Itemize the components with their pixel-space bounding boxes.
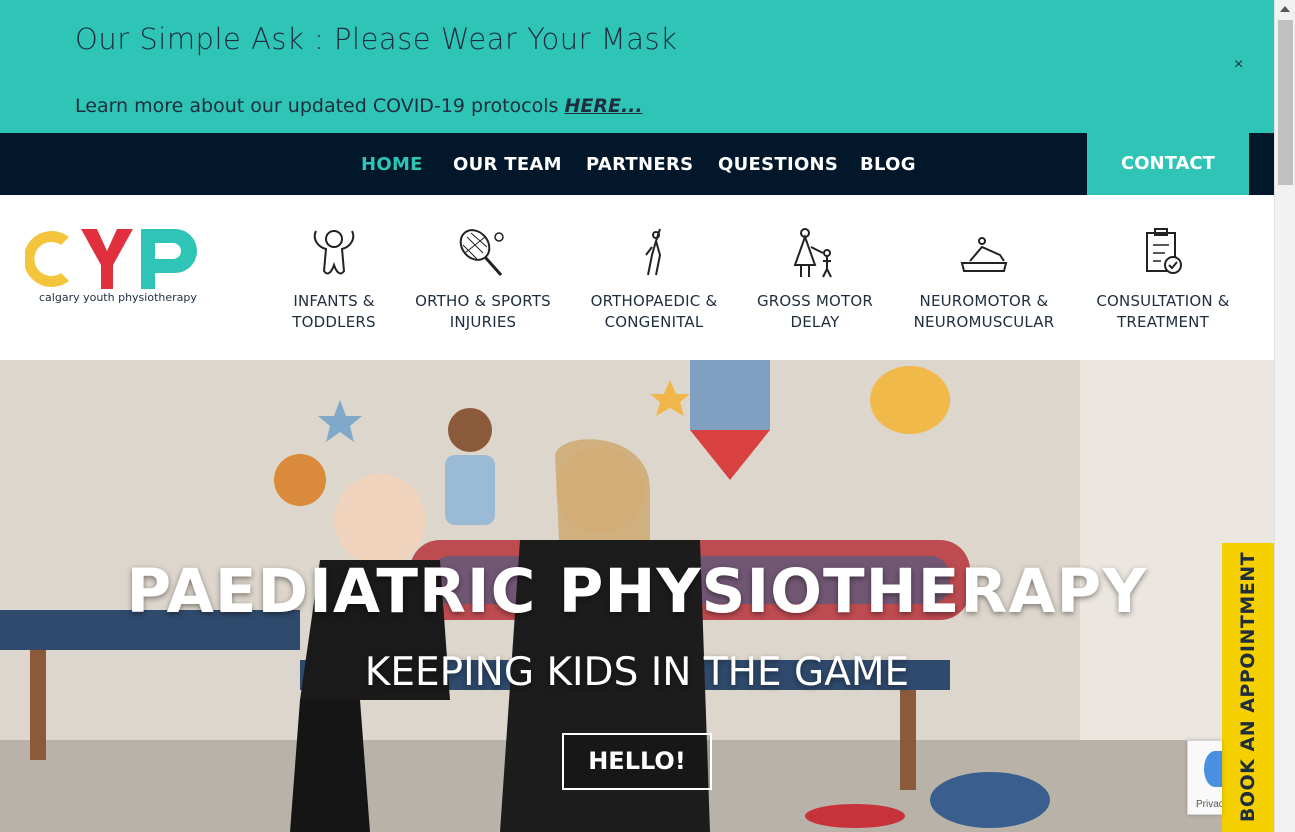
services-header: calgary youth physiotherapy INFANTS & TO… (0, 195, 1274, 360)
parent-child-icon (793, 228, 832, 278)
service-label-line2: NEUROMUSCULAR (913, 313, 1055, 331)
nav-item-partners[interactable]: PARTNERS (586, 154, 693, 175)
page-scrollbar[interactable] (1274, 0, 1295, 832)
service-label-line1: GROSS MOTOR (756, 292, 873, 310)
book-appointment-tab[interactable]: BOOK AN APPOINTMENT (1222, 543, 1274, 832)
service-consultation-treatment[interactable]: CONSULTATION & TREATMENT (1088, 225, 1238, 333)
recaptcha-privacy-text[interactable]: Privacy (1196, 799, 1222, 810)
reclining-patient-icon (960, 237, 1008, 272)
service-label-line1: INFANTS & (293, 292, 375, 310)
cyp-logo[interactable]: calgary youth physiotherapy (25, 217, 215, 307)
announcement-title: Our Simple Ask : Please Wear Your Mask (75, 22, 678, 56)
tennis-racket-icon (459, 229, 504, 276)
service-infants-toddlers[interactable]: INFANTS & TODDLERS (259, 225, 409, 333)
service-label-line1: ORTHOPAEDIC & (590, 292, 718, 310)
service-orthopaedic-congenital[interactable]: ORTHOPAEDIC & CONGENITAL (579, 225, 729, 333)
service-label-line1: CONSULTATION & (1096, 292, 1230, 310)
announcement-bar: Our Simple Ask : Please Wear Your Mask L… (0, 0, 1274, 133)
service-label-line2: DELAY (790, 313, 840, 331)
logo-tagline: calgary youth physiotherapy (39, 291, 197, 304)
close-icon[interactable]: × (1234, 56, 1243, 74)
hero-section: PAEDIATRIC PHYSIOTHERAPY KEEPING KIDS IN… (0, 360, 1274, 832)
service-gross-motor-delay[interactable]: GROSS MOTOR DELAY (740, 225, 890, 333)
hero-subtitle: KEEPING KIDS IN THE GAME (364, 650, 910, 695)
announcement-text-body: Learn more about our updated COVID-19 pr… (75, 95, 565, 117)
recaptcha-badge[interactable]: Privacy (1187, 740, 1222, 815)
service-label-line2: CONGENITAL (604, 313, 704, 331)
clipboard-check-icon (1146, 228, 1182, 274)
service-label-line2: TREATMENT (1117, 313, 1209, 331)
scrollbar-thumb[interactable] (1278, 20, 1293, 185)
hero-title: PAEDIATRIC PHYSIOTHERAPY (126, 556, 1148, 627)
figure-stretch-icon (645, 228, 662, 276)
announcement-text: Learn more about our updated COVID-19 pr… (75, 95, 643, 117)
infant-icon (313, 230, 355, 275)
announcement-link[interactable]: HERE... (564, 95, 642, 117)
service-label-line1: ORTHO & SPORTS (415, 292, 551, 310)
nav-item-questions[interactable]: QUESTIONS (718, 154, 838, 175)
nav-item-our-team[interactable]: OUR TEAM (453, 154, 562, 175)
book-appointment-label: BOOK AN APPOINTMENT (1237, 551, 1259, 823)
scroll-up-arrow-icon[interactable] (1280, 6, 1290, 12)
contact-button[interactable]: CONTACT (1087, 133, 1249, 195)
hello-button[interactable]: HELLO! (562, 733, 712, 790)
nav-item-home[interactable]: HOME (361, 154, 423, 175)
nav-item-blog[interactable]: BLOG (860, 154, 916, 175)
service-ortho-sports[interactable]: ORTHO & SPORTS INJURIES (408, 225, 558, 333)
service-label-line1: NEUROMOTOR & (919, 292, 1049, 310)
main-nav: HOME OUR TEAM PARTNERS QUESTIONS BLOG CO… (0, 133, 1274, 195)
service-label-line2: INJURIES (449, 313, 517, 331)
service-neuromotor-neuromuscular[interactable]: NEUROMOTOR & NEUROMUSCULAR (909, 225, 1059, 333)
recaptcha-icon (1204, 751, 1222, 787)
service-label-line2: TODDLERS (292, 313, 376, 331)
